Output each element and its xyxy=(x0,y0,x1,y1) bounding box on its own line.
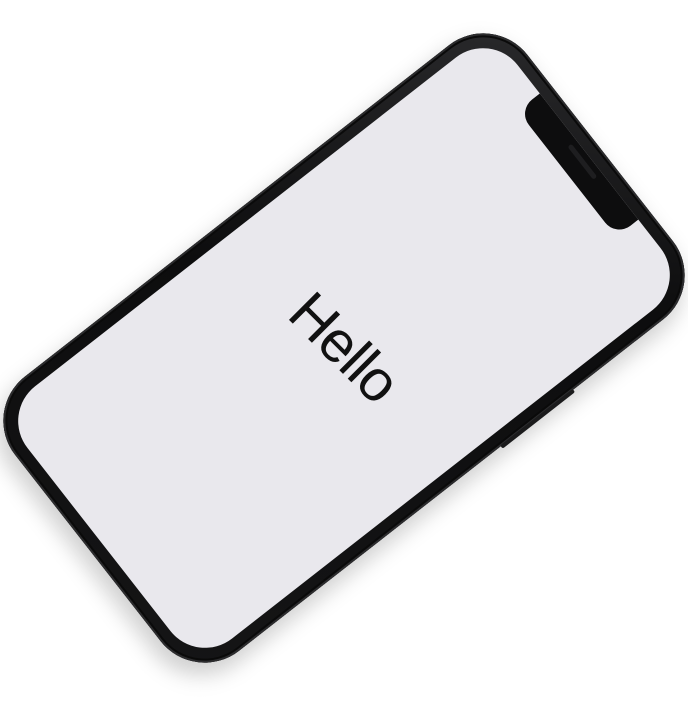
notch xyxy=(517,92,640,237)
photo-scene: Hello xyxy=(0,0,688,710)
speaker-grille xyxy=(567,143,598,180)
greeting-text: Hello xyxy=(276,279,413,416)
